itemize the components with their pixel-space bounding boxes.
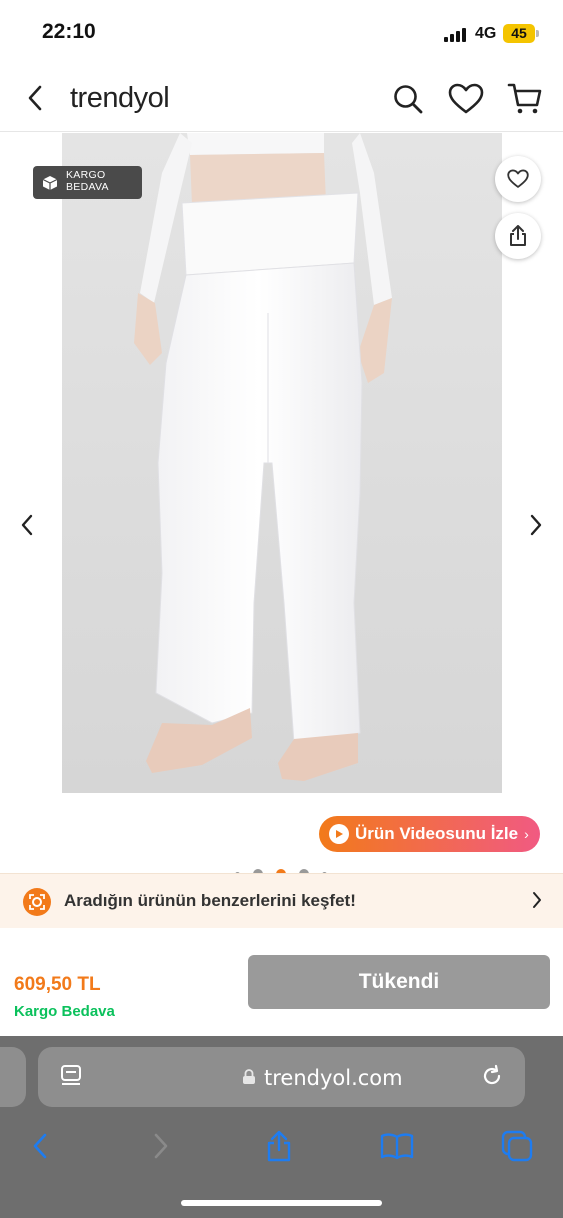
lock-icon <box>243 1069 255 1084</box>
book-icon <box>380 1133 414 1160</box>
previous-tab-preview[interactable] <box>0 1047 26 1107</box>
flare-pants-illustration <box>62 133 502 793</box>
chevron-right-icon: › <box>524 826 529 842</box>
page-menu-icon[interactable] <box>60 1064 82 1088</box>
chevron-left-icon <box>21 514 33 536</box>
product-gallery[interactable]: KARGO BEDAVA Ürün Videosunu İzle › <box>0 133 563 881</box>
reload-icon[interactable] <box>480 1064 504 1088</box>
share-button[interactable] <box>495 213 541 259</box>
watch-video-label: Ürün Videosunu İzle <box>355 824 519 843</box>
similar-products-banner[interactable]: Aradığın ürünün benzerlerini keşfet! <box>0 873 563 928</box>
add-to-favorites-button[interactable] <box>495 156 541 202</box>
back-icon <box>28 85 42 111</box>
trendyol-logo[interactable]: trendyol <box>70 82 170 115</box>
browser-back-button[interactable] <box>22 1128 58 1164</box>
back-button[interactable] <box>18 80 52 116</box>
product-price: 609,50 TL <box>14 974 101 995</box>
browser-forward-button[interactable] <box>143 1128 179 1164</box>
status-bar: 22:10 4G 45 <box>0 0 563 66</box>
share-icon <box>510 225 526 246</box>
purchase-bar: 609,50 TL Kargo Bedava Tükendi <box>0 929 563 1036</box>
heart-icon <box>448 83 484 114</box>
box-icon <box>42 176 58 190</box>
battery-icon: 45 <box>503 24 535 43</box>
network-label: 4G <box>475 25 497 42</box>
share-icon <box>267 1130 291 1162</box>
status-time: 22:10 <box>42 20 96 43</box>
app-header: trendyol <box>0 66 563 132</box>
search-button[interactable] <box>389 80 427 118</box>
tabs-button[interactable] <box>499 1128 535 1164</box>
home-indicator[interactable] <box>181 1200 382 1206</box>
watch-video-button[interactable]: Ürün Videosunu İzle › <box>319 816 540 852</box>
tabs-icon <box>501 1130 533 1162</box>
similar-search-icon <box>23 888 51 916</box>
forward-icon <box>154 1133 168 1159</box>
badge-line1: KARGO <box>66 169 106 181</box>
product-page: 22:10 4G 45 trendyol KARGO BEDAVA Ürün V… <box>0 0 563 1218</box>
play-icon <box>329 824 349 844</box>
bookmarks-button[interactable] <box>379 1128 415 1164</box>
product-image[interactable] <box>62 133 502 793</box>
browser-toolbar <box>0 1120 563 1168</box>
free-shipping-label: Kargo Bedava <box>14 1003 115 1020</box>
badge-line2: BEDAVA <box>66 181 109 193</box>
search-icon <box>394 85 423 114</box>
sold-out-button[interactable]: Tükendi <box>248 955 550 1009</box>
favorites-button[interactable] <box>447 80 485 118</box>
chevron-right-icon <box>533 892 541 908</box>
url-text[interactable]: trendyol.com <box>264 1066 403 1090</box>
cart-icon <box>507 83 542 114</box>
back-icon <box>33 1133 47 1159</box>
free-shipping-badge: KARGO BEDAVA <box>33 166 142 199</box>
battery-tip <box>536 30 539 37</box>
address-bar[interactable]: trendyol.com <box>38 1047 525 1107</box>
cart-button[interactable] <box>506 80 544 118</box>
signal-icon <box>444 28 468 42</box>
next-image-button[interactable] <box>523 510 549 540</box>
browser-share-button[interactable] <box>261 1128 297 1164</box>
similar-products-label: Aradığın ürünün benzerlerini keşfet! <box>64 891 356 910</box>
browser-chrome: trendyol.com <box>0 1036 563 1218</box>
chevron-right-icon <box>530 514 542 536</box>
previous-image-button[interactable] <box>14 510 40 540</box>
heart-icon <box>507 169 529 188</box>
